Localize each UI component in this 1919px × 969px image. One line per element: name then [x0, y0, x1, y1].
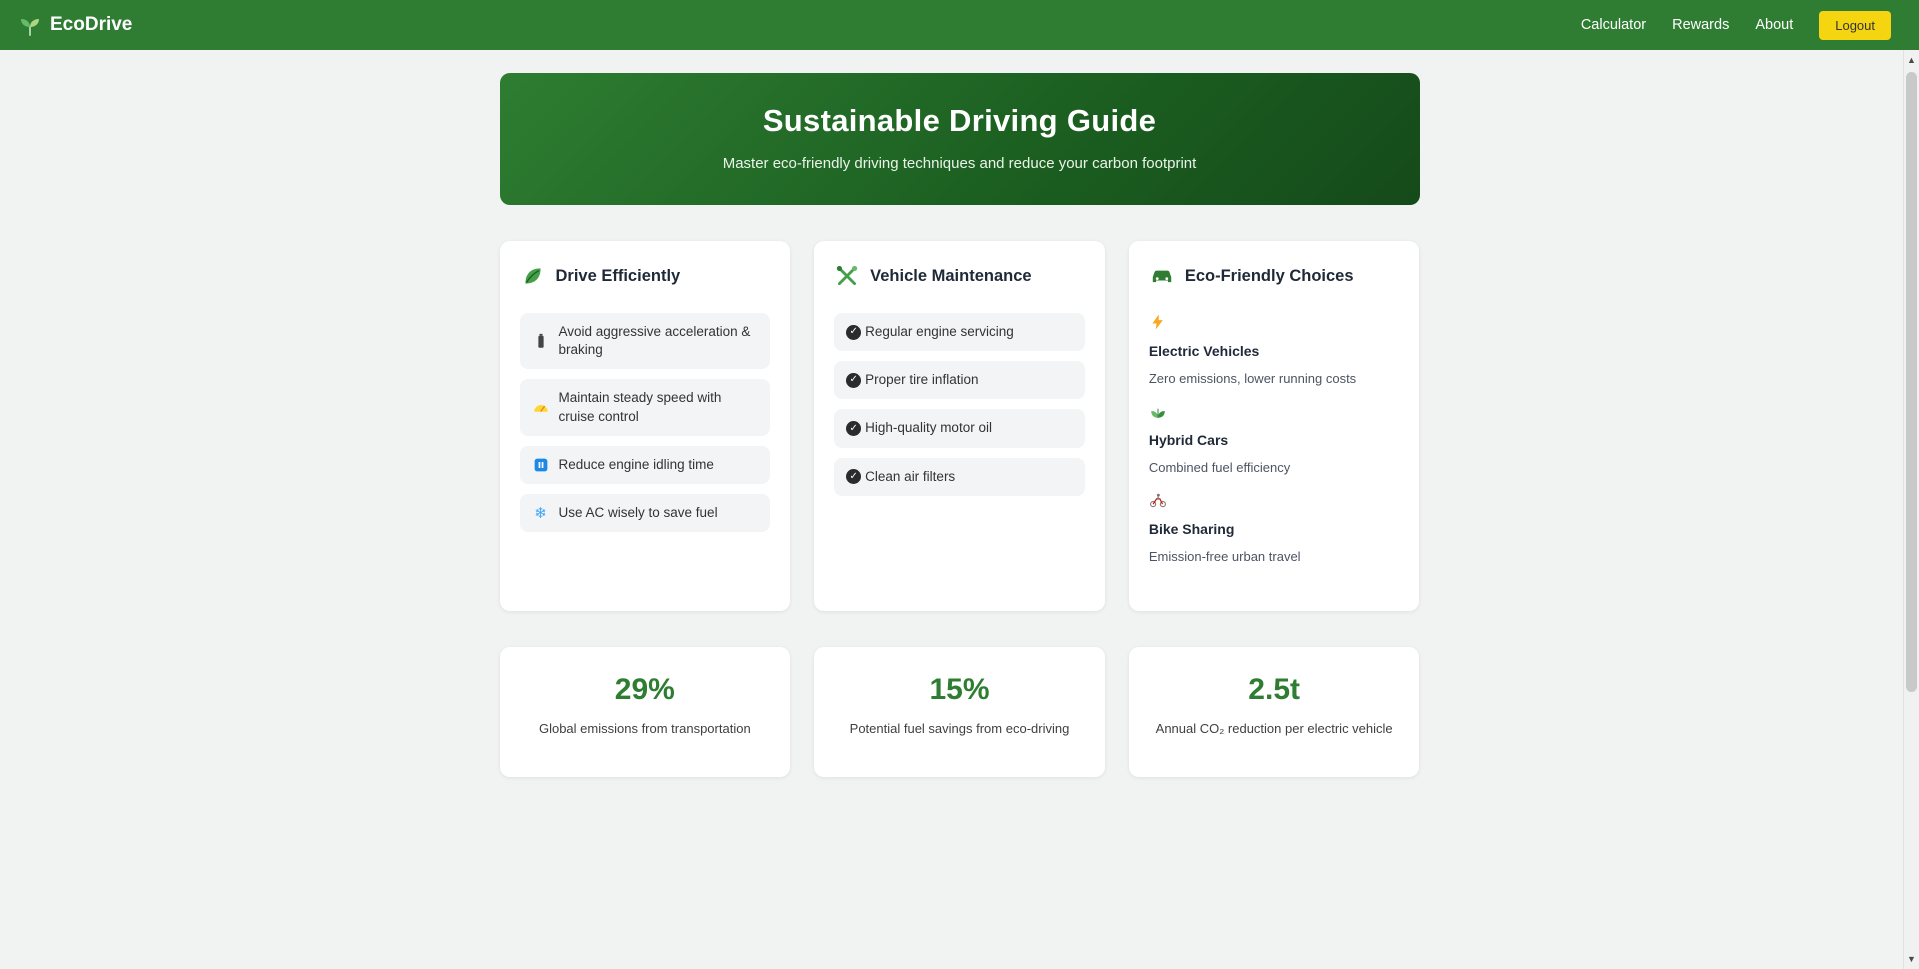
brand: EcoDrive: [18, 13, 132, 37]
navbar: EcoDrive Calculator Rewards About Logout: [0, 0, 1919, 50]
stat-label: Annual CO₂ reduction per electric vehicl…: [1155, 721, 1393, 736]
nav-link-rewards[interactable]: Rewards: [1672, 17, 1729, 33]
battery-icon: [532, 332, 550, 350]
cyclist-icon: [1149, 491, 1400, 509]
list-item-text: Use AC wisely to save fuel: [558, 505, 718, 521]
main-content: Sustainable Driving Guide Master eco-fri…: [499, 73, 1420, 777]
lightning-bolt-icon: [1149, 313, 1400, 331]
card-drive-efficiently: Drive Efficiently Avoid aggressive accel…: [499, 241, 791, 611]
nav-link-calculator[interactable]: Calculator: [1581, 17, 1646, 33]
list-item-text: Avoid aggressive acceleration & braking: [558, 324, 751, 358]
card-header: Eco-Friendly Choices: [1149, 263, 1400, 289]
page-subtitle: Master eco-friendly driving techniques a…: [722, 155, 1197, 172]
eco-section-bike: Bike Sharing Emission-free urban travel: [1149, 491, 1400, 564]
check-circle-icon: ✓: [846, 421, 862, 437]
card-title: Drive Efficiently: [555, 266, 681, 285]
seedling-icon: [18, 13, 42, 37]
pause-icon: [532, 456, 550, 474]
list-item-text: Proper tire inflation: [865, 372, 979, 388]
stats-row: 29% Global emissions from transportation…: [499, 647, 1420, 777]
list-item: Avoid aggressive acceleration & braking: [519, 313, 771, 370]
stat-label: Potential fuel savings from eco-driving: [849, 721, 1070, 736]
stat-card-fuel-savings: 15% Potential fuel savings from eco-driv…: [814, 647, 1105, 777]
stat-value: 15%: [929, 673, 990, 706]
scroll-down-arrow[interactable]: ▼: [1904, 951, 1919, 967]
eco-description: Emission-free urban travel: [1148, 549, 1301, 564]
list-item: ❄ Use AC wisely to save fuel: [519, 494, 771, 533]
check-circle-icon: ✓: [846, 324, 862, 340]
nav-menu: Calculator Rewards About Logout: [1581, 10, 1903, 40]
card-eco-friendly-choices: Eco-Friendly Choices Electric Vehicles Z…: [1128, 241, 1420, 611]
tools-icon: [834, 263, 860, 289]
list-item-text: Reduce engine idling time: [558, 456, 714, 472]
list-item: ✓ Clean air filters: [834, 457, 1085, 496]
scrollbar-thumb[interactable]: [1906, 72, 1917, 692]
scroll-up-arrow[interactable]: ▲: [1904, 52, 1919, 68]
eco-description: Combined fuel efficiency: [1148, 460, 1291, 475]
stat-card-co2-reduction: 2.5t Annual CO₂ reduction per electric v…: [1128, 647, 1420, 777]
cruise-gauge-icon: [532, 399, 550, 417]
leaf-icon: [520, 263, 546, 289]
page-title: Sustainable Driving Guide: [762, 103, 1157, 138]
herb-icon: [1149, 402, 1400, 420]
card-vehicle-maintenance: Vehicle Maintenance ✓ Regular engine ser…: [814, 241, 1105, 611]
list-item: ✓ High-quality motor oil: [834, 409, 1085, 448]
stat-value: 2.5t: [1248, 673, 1300, 706]
card-title: Vehicle Maintenance: [870, 266, 1032, 285]
hero-banner: Sustainable Driving Guide Master eco-fri…: [499, 73, 1420, 205]
eco-section-electric: Electric Vehicles Zero emissions, lower …: [1149, 313, 1400, 386]
green-car-icon: [1149, 263, 1175, 289]
stat-card-global-emissions: 29% Global emissions from transportation: [499, 647, 791, 777]
vertical-scrollbar[interactable]: ▲ ▼: [1903, 50, 1919, 969]
card-header: Vehicle Maintenance: [834, 263, 1085, 289]
eco-section-hybrid: Hybrid Cars Combined fuel efficiency: [1149, 402, 1400, 475]
card-header: Drive Efficiently: [520, 263, 771, 289]
list-item: ✓ Regular engine servicing: [834, 313, 1085, 352]
snowflake-icon: ❄: [534, 504, 547, 522]
check-circle-icon: ✓: [846, 469, 862, 485]
guide-cards-row: Drive Efficiently Avoid aggressive accel…: [499, 241, 1420, 611]
card-title: Eco-Friendly Choices: [1184, 266, 1354, 285]
list-item: Maintain steady speed with cruise contro…: [519, 379, 771, 436]
eco-description: Zero emissions, lower running costs: [1148, 371, 1357, 386]
list-item-text: Maintain steady speed with cruise contro…: [558, 390, 722, 424]
logout-button[interactable]: Logout: [1819, 10, 1891, 40]
list-item-text: Regular engine servicing: [865, 324, 1014, 339]
stat-label: Global emissions from transportation: [538, 721, 751, 736]
brand-name: EcoDrive: [50, 14, 133, 35]
list-item-text: High-quality motor oil: [865, 420, 992, 436]
list-item: ✓ Proper tire inflation: [834, 361, 1085, 400]
list-item: Reduce engine idling time: [519, 445, 771, 485]
stat-value: 29%: [614, 673, 675, 706]
eco-heading: Hybrid Cars: [1148, 432, 1229, 448]
check-circle-icon: ✓: [846, 372, 862, 388]
nav-link-about[interactable]: About: [1755, 17, 1793, 33]
eco-heading: Bike Sharing: [1148, 521, 1235, 537]
list-item-text: Clean air filters: [865, 468, 956, 484]
eco-heading: Electric Vehicles: [1148, 343, 1260, 359]
